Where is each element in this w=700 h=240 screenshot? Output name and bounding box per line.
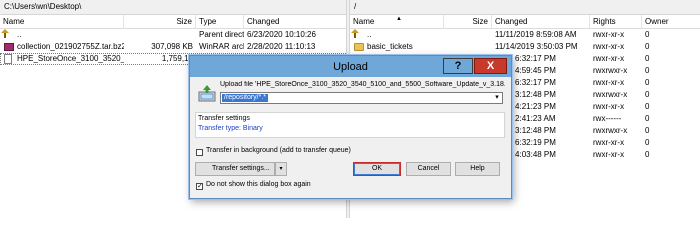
target-path-combobox[interactable]: /repository/*.* ▾ [220,92,503,104]
file-owner: 0 [645,30,650,39]
dont-show-label[interactable]: Do not show this dialog box again [206,181,311,188]
column-owner[interactable]: Owner [642,15,700,28]
rar-archive-icon [4,43,14,51]
column-changed[interactable]: Changed [244,15,346,28]
column-type[interactable]: Type [196,15,244,28]
title-help-button[interactable]: ? [443,58,473,74]
table-row[interactable]: .. Parent directory6/23/2020 10:10:26 [0,29,346,41]
cancel-button[interactable]: Cancel [406,162,451,176]
file-name: basic_tickets [367,42,413,51]
file-rights: rwxr-xr-x [593,78,625,87]
file-owner: 0 [645,90,650,99]
transfer-settings-button[interactable]: Transfer settings... [195,162,275,176]
file-owner: 0 [645,66,650,75]
column-changed[interactable]: Changed [492,15,590,28]
parent-dir-icon [351,29,359,38]
file-type: WinRAR archive [199,42,244,51]
upload-icon [198,85,216,102]
title-close-button[interactable]: X [474,58,507,74]
file-rights: rwxrwxr-x [593,90,628,99]
file-rights: rwxr-xr-x [593,54,625,63]
transfer-type-link[interactable]: Transfer type: Binary [198,125,263,132]
file-owner: 0 [645,42,650,51]
file-owner: 0 [645,138,650,147]
file-owner: 0 [645,114,650,123]
background-transfer-label[interactable]: Transfer in background (add to transfer … [206,147,351,154]
parent-dir-icon [1,29,9,38]
file-changed: 6/23/2020 10:10:26 [247,30,316,39]
upload-file-label: Upload file 'HPE_StoreOnce_3100_3520_354… [220,81,505,88]
ok-button[interactable]: OK [353,162,401,176]
file-size [444,41,489,53]
transfer-settings-title: Transfer settings [198,115,250,122]
file-type: Parent directory [199,30,244,39]
file-rights: rwxr-xr-x [593,30,625,39]
file-rights: rwxr-xr-x [593,150,625,159]
transfer-settings-dropdown-button[interactable]: ▾ [275,162,287,176]
file-rights: rwxr-xr-x [593,42,625,51]
file-owner: 0 [645,54,650,63]
table-row[interactable]: collection_021902755Z.tar.bz2 307,098 KB W… [0,41,346,53]
file-size: 307,098 KB [151,42,193,51]
file-owner: 0 [645,126,650,135]
table-row[interactable]: .. 11/11/2019 8:59:08 AM rwxr-xr-x 0 [350,29,700,41]
column-size[interactable]: Size [124,15,196,28]
file-size [444,29,489,41]
table-row[interactable]: basic_tickets 11/14/2019 3:50:03 PM rwxr-x… [350,41,700,53]
remote-column-header: Name ▲ Size Changed Rights Owner [350,15,700,29]
file-name: collection_021902755Z.tar.bz2 [17,42,124,51]
dont-show-checkbox[interactable]: ✓ [196,183,203,190]
column-rights[interactable]: Rights [590,15,642,28]
transfer-settings-panel: Transfer settings Transfer type: Binary [195,112,505,138]
file-rights: rwxr-xr-x [593,102,625,111]
upload-dialog: Upload ? X Upload file 'HPE_StoreOnce_31… [189,55,512,199]
file-rights: rwx------ [593,114,622,123]
help-button[interactable]: Help [455,162,500,176]
background-transfer-checkbox[interactable] [196,149,203,156]
file-changed: 2/28/2020 11:10:13 [247,42,316,51]
file-size: 1,759,10 [161,54,193,63]
local-column-header: Name Size Type Changed [0,15,346,29]
local-path-bar[interactable]: C:\Users\wn\Desktop\ [0,0,346,15]
folder-icon [354,43,364,51]
column-name-label: Name [353,17,375,26]
file-rights: rwxrwxr-x [593,126,628,135]
chevron-down-icon[interactable]: ▾ [492,93,502,103]
file-owner: 0 [645,102,650,111]
column-size[interactable]: Size [444,15,492,28]
file-changed: 11/11/2019 8:59:08 AM [495,30,577,39]
file-name: .. [17,30,22,39]
target-path-value[interactable]: /repository/*.* [222,94,269,102]
file-icon [4,54,12,64]
file-owner: 0 [645,150,650,159]
column-name[interactable]: Name [0,15,124,28]
file-changed: 11/14/2019 3:50:03 PM [495,42,578,51]
dialog-title-bar[interactable]: Upload ? X [190,56,511,77]
file-rights: rwxr-xr-x [593,138,625,147]
sort-ascending-icon: ▲ [396,16,402,22]
file-owner: 0 [645,78,650,87]
file-name: .. [367,30,372,39]
remote-path-bar[interactable]: / [350,0,700,15]
file-rights: rwxrwxr-x [593,66,628,75]
file-size [124,29,193,41]
file-name: HPE_StoreOnce_3100_3520_3540_510... [17,54,124,63]
column-name[interactable]: Name ▲ [350,15,444,28]
